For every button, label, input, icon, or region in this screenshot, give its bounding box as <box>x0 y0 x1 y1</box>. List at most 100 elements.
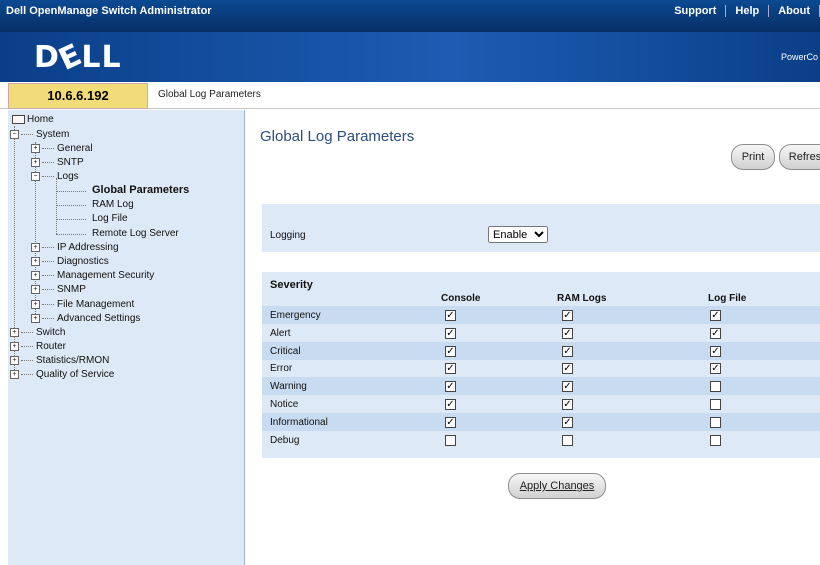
severity-row-label: Critical <box>270 345 301 357</box>
tree-item-label: Management Security <box>57 270 155 281</box>
tree-item-remote-log-server[interactable]: Remote Log Server <box>92 228 179 239</box>
checkbox-ram[interactable]: ✓ <box>562 381 573 393</box>
tree-item-qos[interactable]: + Quality of Service <box>10 369 114 380</box>
tree-item-label: IP Addressing <box>57 242 119 253</box>
tree-item-label: SNMP <box>57 284 86 295</box>
expand-icon[interactable]: + <box>31 270 40 280</box>
tree-connector <box>56 191 86 192</box>
column-log-file: Log File <box>708 293 747 304</box>
checkbox-file[interactable]: ✓ <box>710 327 721 339</box>
tree-item-switch[interactable]: + Switch <box>10 327 65 338</box>
device-ip: 10.6.6.192 <box>8 83 148 109</box>
checkbox-console[interactable] <box>445 434 456 446</box>
tree-connector <box>56 178 57 234</box>
checkbox-file[interactable] <box>710 381 721 393</box>
tree-item-label: Home <box>27 114 54 125</box>
expand-icon[interactable]: + <box>10 341 19 351</box>
checkbox-file[interactable]: ✓ <box>710 310 721 321</box>
tree-item-snmp[interactable]: + SNMP <box>31 284 86 295</box>
tree-item-label: General <box>57 143 93 154</box>
checkbox-console[interactable]: ✓ <box>445 345 456 357</box>
tree-item-global-parameters[interactable]: Global Parameters <box>92 184 189 196</box>
checkbox-console[interactable]: ✓ <box>445 381 456 393</box>
tree-item-label: Switch <box>36 327 66 338</box>
expand-icon[interactable]: + <box>10 355 19 365</box>
tree-connector <box>35 142 36 322</box>
tree-item-system[interactable]: − System <box>10 129 69 140</box>
checkbox-ram[interactable] <box>562 434 573 446</box>
checkbox-file[interactable] <box>710 434 721 446</box>
breadcrumb: Global Log Parameters <box>158 89 261 100</box>
tree-item-file-management[interactable]: + File Management <box>31 299 134 310</box>
collapse-icon[interactable]: − <box>31 171 40 181</box>
tree-item-label: System <box>36 129 70 140</box>
product-name: PowerCo <box>780 52 818 62</box>
tree-item-router[interactable]: + Router <box>10 341 66 352</box>
checkbox-file[interactable]: ✓ <box>710 345 721 357</box>
tree-item-log-file[interactable]: Log File <box>92 213 128 224</box>
severity-row-stripe <box>262 306 820 324</box>
checkbox-ram[interactable]: ✓ <box>562 399 573 410</box>
tree-item-advanced-settings[interactable]: + Advanced Settings <box>31 313 140 324</box>
tree-item-logs[interactable]: − Logs <box>31 171 79 182</box>
top-header-bar: Dell OpenManage Switch Administrator Sup… <box>0 0 820 32</box>
apply-changes-button[interactable]: Apply Changes <box>508 473 606 499</box>
tree-item-home[interactable]: Home <box>12 114 54 125</box>
tree-item-label: File Management <box>57 299 135 310</box>
tree-item-statistics[interactable]: + Statistics/RMON <box>10 355 109 366</box>
expand-icon[interactable]: + <box>31 242 40 252</box>
expand-icon[interactable]: + <box>31 313 40 323</box>
expand-icon[interactable]: + <box>31 256 40 266</box>
brand-banner: DELL PowerCo <box>0 32 820 82</box>
tree-item-label: Diagnostics <box>57 256 109 267</box>
tree-item-ip-addressing[interactable]: + IP Addressing <box>31 242 119 253</box>
tree-item-diagnostics[interactable]: + Diagnostics <box>31 256 109 267</box>
column-ram-logs: RAM Logs <box>557 293 607 304</box>
checkbox-file[interactable] <box>710 416 721 428</box>
tree-item-label: Router <box>36 341 67 352</box>
checkbox-ram[interactable]: ✓ <box>562 310 573 321</box>
severity-row-label: Emergency <box>270 310 321 321</box>
severity-row-label: Error <box>270 363 293 375</box>
help-link[interactable]: Help <box>726 5 768 17</box>
tree-item-label: SNTP <box>57 157 84 168</box>
tree-item-label: Global Parameters <box>92 184 190 196</box>
checkbox-ram[interactable]: ✓ <box>562 345 573 357</box>
support-link[interactable]: Support <box>665 5 725 17</box>
checkbox-console[interactable]: ✓ <box>445 399 456 410</box>
tree-item-label: Quality of Service <box>36 369 115 380</box>
checkbox-console[interactable]: ✓ <box>445 327 456 339</box>
tree-item-management-security[interactable]: + Management Security <box>31 270 154 281</box>
checkbox-ram[interactable]: ✓ <box>562 416 573 428</box>
checkbox-file[interactable]: ✓ <box>710 363 721 375</box>
checkbox-console[interactable]: ✓ <box>445 416 456 428</box>
expand-icon[interactable]: + <box>31 299 40 309</box>
tree-connector <box>14 126 15 376</box>
tree-connector <box>56 234 86 235</box>
collapse-icon[interactable]: − <box>10 129 19 139</box>
logging-select[interactable]: Enable <box>488 226 548 243</box>
severity-row-label: Warning <box>270 381 307 393</box>
tree-item-sntp[interactable]: + SNTP <box>31 157 84 168</box>
checkbox-console[interactable]: ✓ <box>445 310 456 321</box>
expand-icon[interactable]: + <box>10 369 19 379</box>
tree-connector <box>56 205 86 206</box>
checkbox-console[interactable]: ✓ <box>445 363 456 375</box>
expand-icon[interactable]: + <box>31 143 40 153</box>
expand-icon[interactable]: + <box>10 327 19 337</box>
checkbox-file[interactable] <box>710 399 721 410</box>
top-links: Support Help About <box>665 5 820 18</box>
expand-icon[interactable]: + <box>31 157 40 167</box>
expand-icon[interactable]: + <box>31 284 40 294</box>
about-link[interactable]: About <box>769 5 819 17</box>
print-button[interactable]: Print <box>731 144 775 170</box>
tree-item-label: Remote Log Server <box>92 228 179 239</box>
severity-heading: Severity <box>270 279 313 291</box>
checkbox-ram[interactable]: ✓ <box>562 363 573 375</box>
tree-item-ram-log[interactable]: RAM Log <box>92 199 134 210</box>
tree-connector <box>56 219 86 220</box>
tree-item-label: Advanced Settings <box>57 313 141 324</box>
checkbox-ram[interactable]: ✓ <box>562 327 573 339</box>
refresh-button[interactable]: Refres <box>779 144 820 170</box>
tree-item-general[interactable]: + General <box>31 143 93 154</box>
